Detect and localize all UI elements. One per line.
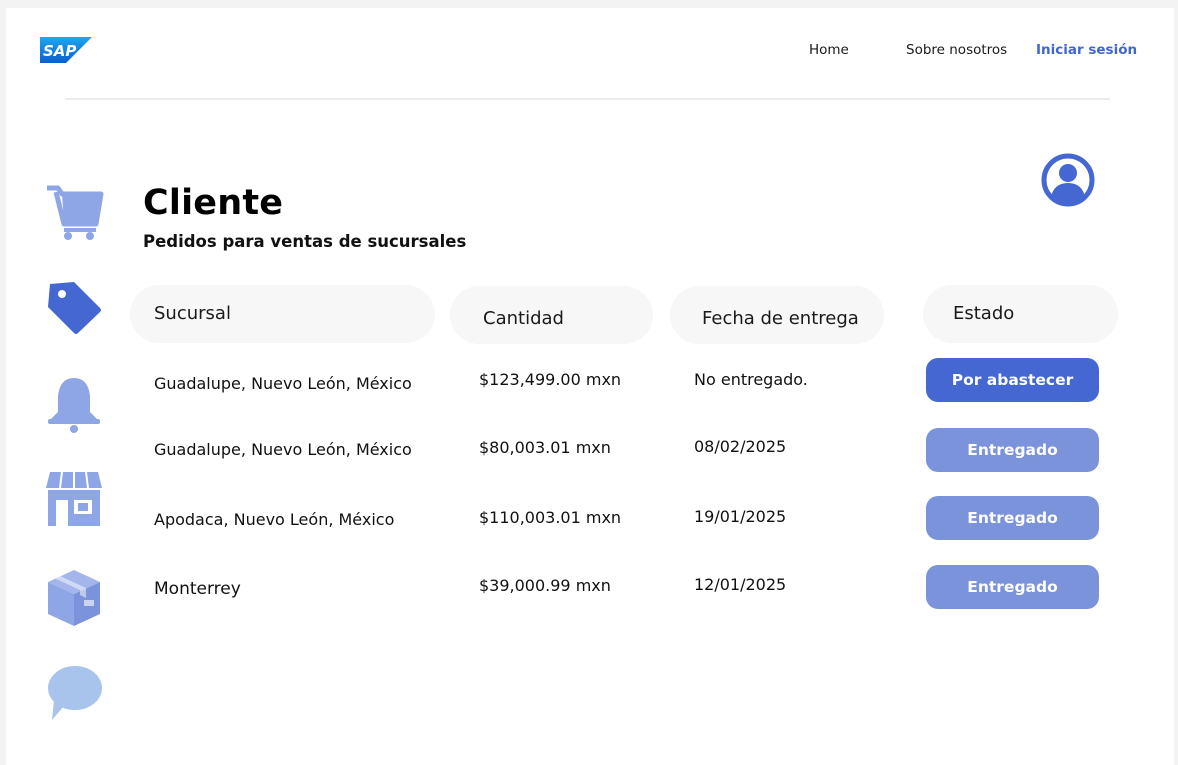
table-cell-amount: $80,003.01 mxn <box>479 438 611 457</box>
column-header-delivery-date: Fecha de entrega <box>670 286 884 344</box>
bell-icon[interactable] <box>44 372 104 433</box>
store-icon[interactable] <box>44 468 104 528</box>
status-button-delivered[interactable]: Entregado <box>926 428 1099 472</box>
nav-home[interactable]: Home <box>809 42 849 58</box>
header-divider <box>65 98 1110 100</box>
page-title: Cliente <box>143 183 284 223</box>
column-header-status: Estado <box>923 285 1118 343</box>
column-header-status-label: Estado <box>953 303 1015 324</box>
table-cell-delivery-date: No entregado. <box>694 370 808 389</box>
column-header-branch-label: Sucursal <box>154 303 231 324</box>
table-cell-delivery-date: 12/01/2025 <box>694 575 787 594</box>
page-subtitle: Pedidos para ventas de sucursales <box>143 232 467 251</box>
table-cell-amount: $123,499.00 mxn <box>479 370 622 389</box>
table-cell-delivery-date: 19/01/2025 <box>694 507 787 526</box>
column-header-delivery-date-label: Fecha de entrega <box>702 308 859 329</box>
nav-login[interactable]: Iniciar sesión <box>1036 42 1137 58</box>
table-cell-branch: Apodaca, Nuevo León, México <box>154 510 395 529</box>
status-button-delivered[interactable]: Entregado <box>926 565 1099 609</box>
column-header-amount-label: Cantidad <box>483 308 564 329</box>
table-cell-branch: Guadalupe, Nuevo León, México <box>154 374 412 393</box>
sap-logo[interactable]: SAP <box>40 37 92 63</box>
nav-about[interactable]: Sobre nosotros <box>906 42 1007 58</box>
status-button-pending[interactable]: Por abastecer <box>926 358 1099 402</box>
table-cell-branch: Guadalupe, Nuevo León, México <box>154 440 412 459</box>
box-icon[interactable] <box>44 566 104 626</box>
tag-icon[interactable] <box>44 278 104 338</box>
table-cell-branch: Monterrey <box>154 579 241 599</box>
cart-icon[interactable] <box>44 180 104 240</box>
logo-text: SAP <box>43 42 76 60</box>
chat-icon[interactable] <box>44 664 104 724</box>
column-header-branch: Sucursal <box>130 285 435 343</box>
table-cell-amount: $110,003.01 mxn <box>479 508 622 527</box>
table-cell-amount: $39,000.99 mxn <box>479 576 611 595</box>
status-button-delivered[interactable]: Entregado <box>926 496 1099 540</box>
table-cell-delivery-date: 08/02/2025 <box>694 437 787 456</box>
user-avatar-icon[interactable] <box>1040 152 1096 208</box>
column-header-amount: Cantidad <box>450 286 653 344</box>
